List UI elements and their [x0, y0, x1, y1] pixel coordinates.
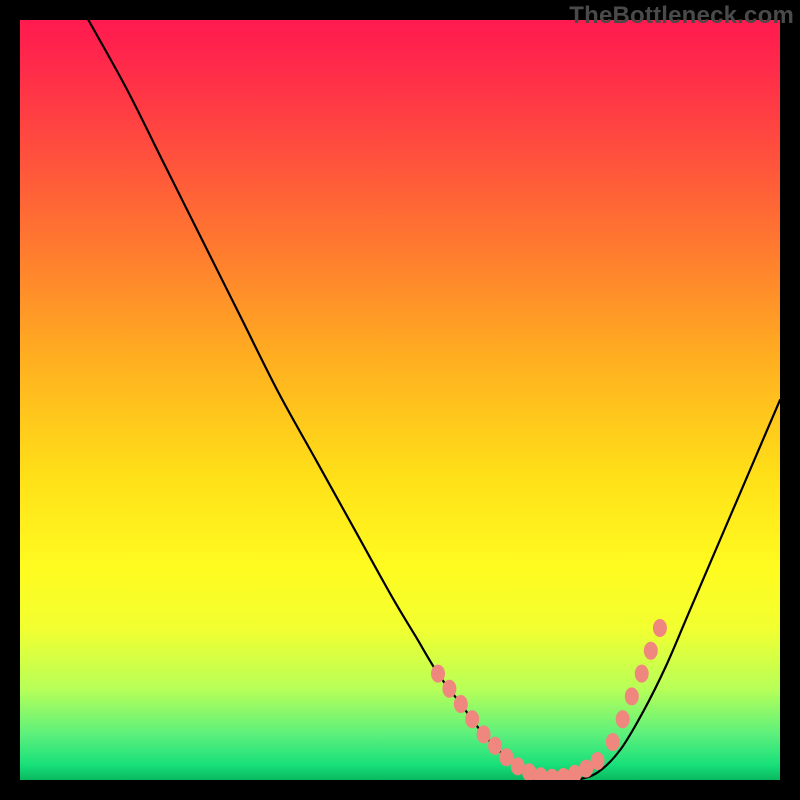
marker-dot — [644, 642, 658, 660]
marker-dot — [635, 665, 649, 683]
marker-dots — [431, 619, 667, 780]
marker-dot — [442, 680, 456, 698]
marker-dot — [454, 695, 468, 713]
marker-dot — [606, 733, 620, 751]
marker-dot — [625, 687, 639, 705]
chart-frame: TheBottleneck.com — [0, 0, 800, 800]
curve-svg — [20, 20, 780, 780]
marker-dot — [431, 665, 445, 683]
marker-dot — [616, 710, 630, 728]
marker-dot — [591, 752, 605, 770]
marker-dot — [653, 619, 667, 637]
marker-dot — [488, 737, 502, 755]
plot-area — [20, 20, 780, 780]
marker-dot — [477, 725, 491, 743]
marker-dot — [465, 710, 479, 728]
watermark-text: TheBottleneck.com — [569, 2, 794, 30]
bottleneck-curve — [88, 20, 780, 780]
